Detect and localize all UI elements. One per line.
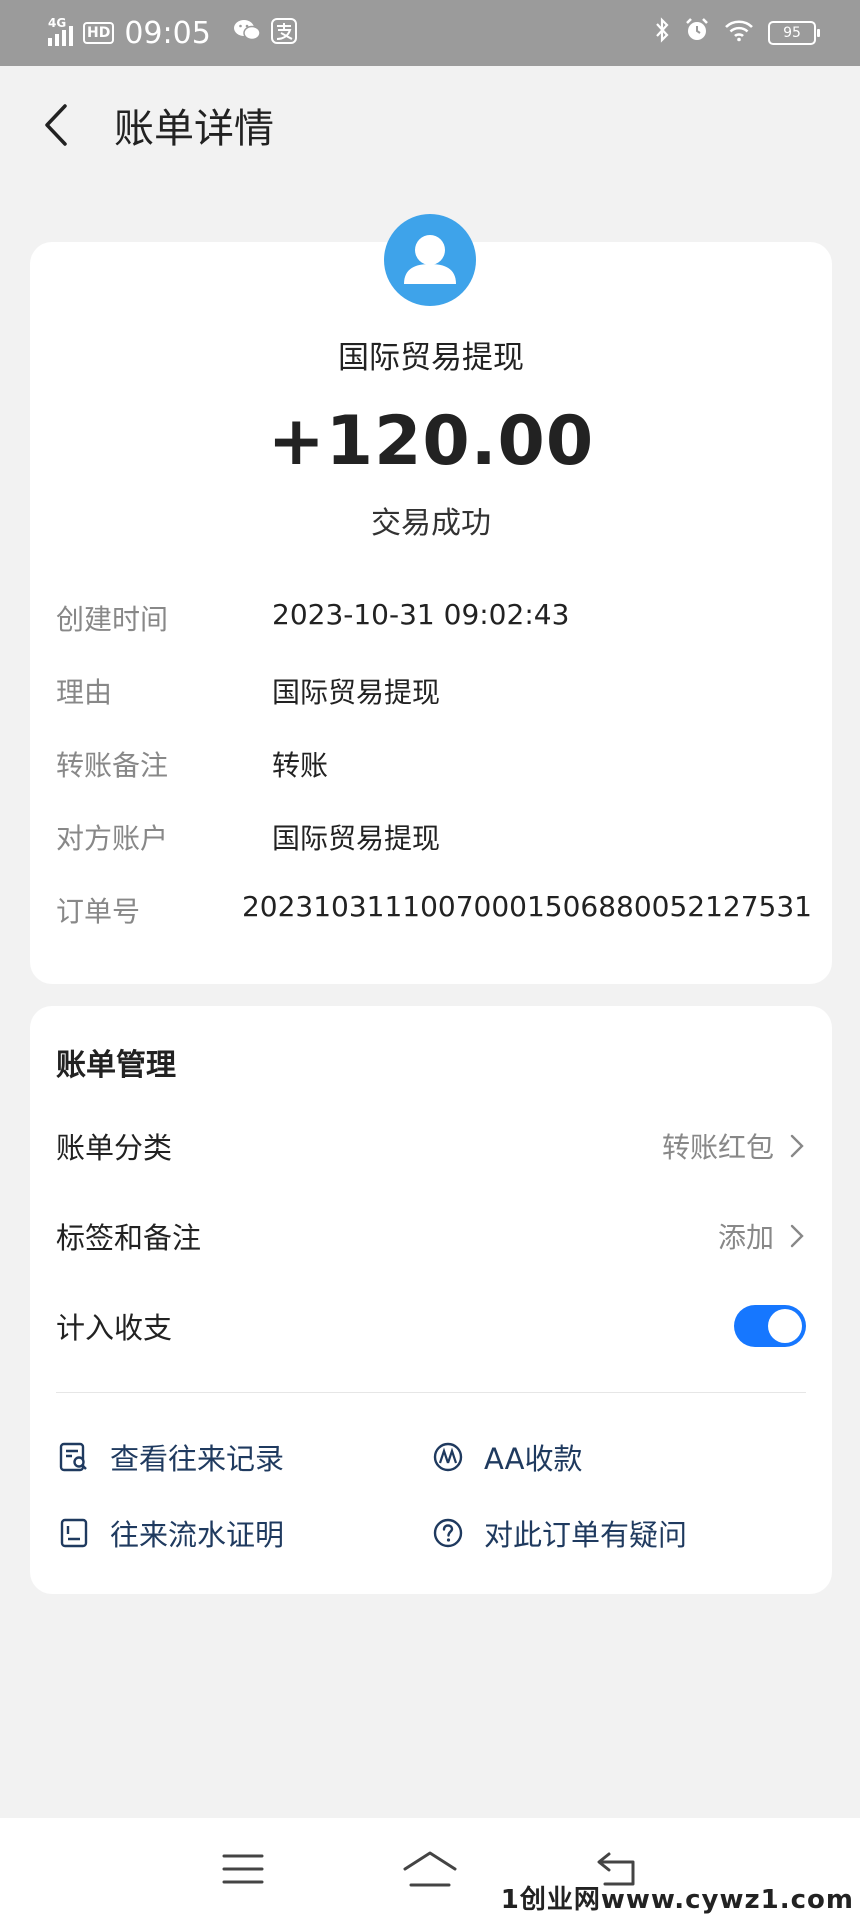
amount: +120.00 [267, 402, 595, 481]
back-icon[interactable] [26, 95, 86, 155]
category-value: 转账红包 [661, 1131, 774, 1164]
records-icon [56, 1439, 92, 1475]
toggle-knob [768, 1309, 802, 1343]
info-row-counterparty: 对方账户 国际贸易提现 [56, 817, 812, 857]
watermark: 1创业网www.cywz1.com [500, 1885, 854, 1915]
menu-icon[interactable] [213, 1844, 273, 1894]
status-time: 09:05 [124, 15, 211, 51]
section-title: 账单管理 [56, 1048, 176, 1083]
action-label: 对此订单有疑问 [484, 1518, 688, 1552]
info-row-created-time: 创建时间 2023-10-31 09:02:43 [56, 598, 812, 638]
order-number-value[interactable]: 20231031110070001506880052127531 [242, 890, 812, 930]
view-records-action[interactable]: 查看往来记录 [56, 1436, 284, 1478]
system-nav-bar: 1创业网www.cywz1.com [0, 1818, 860, 1920]
page-header: 账单详情 [0, 66, 860, 184]
info-row-order-number: 订单号 20231031110070001506880052127531 [56, 890, 812, 930]
info-label: 转账备注 [56, 749, 169, 782]
battery-icon: 95 [768, 21, 820, 45]
home-icon[interactable] [400, 1844, 460, 1894]
transaction-status: 交易成功 [371, 506, 491, 541]
page-title: 账单详情 [114, 106, 274, 152]
divider [56, 1392, 806, 1393]
info-label: 创建时间 [56, 603, 169, 636]
status-bar: 4G HD 09:05 95 [0, 0, 860, 66]
manage-label: 计入收支 [56, 1311, 173, 1345]
wechat-icon [233, 18, 261, 48]
action-label: 往来流水证明 [110, 1518, 285, 1552]
include-balance-row: 计入收支 [56, 1296, 806, 1356]
avatar [384, 214, 476, 306]
alipay-icon [270, 18, 297, 48]
statement-proof-action[interactable]: 往来流水证明 [56, 1512, 284, 1554]
statement-icon [56, 1515, 92, 1551]
status-right: 95 [654, 17, 820, 49]
signal-icon: 4G [48, 16, 73, 46]
wifi-icon [724, 18, 754, 48]
status-left: 4G HD 09:05 [48, 16, 297, 51]
payee-name: 国际贸易提现 [338, 340, 524, 376]
bill-manage-card: 账单管理 账单分类 转账红包 标签和备注 添加 计入收支 查看往来记录 AA收款 [30, 1006, 832, 1594]
info-label: 理由 [56, 676, 113, 709]
info-row-transfer-note: 转账备注 转账 [56, 744, 812, 784]
action-label: 查看往来记录 [110, 1442, 285, 1476]
tag-value: 添加 [717, 1221, 774, 1254]
chevron-right-icon [790, 1224, 804, 1248]
bill-category-row[interactable]: 账单分类 转账红包 [56, 1116, 806, 1176]
manage-right: 转账红包 [662, 1126, 806, 1166]
aa-collection-action[interactable]: AA收款 [430, 1436, 582, 1478]
action-label: AA收款 [484, 1442, 583, 1476]
manage-label: 账单分类 [56, 1131, 173, 1165]
info-value: 转账 [272, 749, 329, 782]
info-label: 订单号 [56, 895, 141, 928]
alarm-icon [684, 17, 710, 49]
info-label: 对方账户 [56, 822, 169, 855]
question-icon [430, 1515, 466, 1551]
order-question-action[interactable]: 对此订单有疑问 [430, 1512, 687, 1554]
info-value: 国际贸易提现 [272, 676, 441, 709]
bluetooth-icon [654, 17, 670, 49]
hd-icon: HD [83, 22, 115, 44]
manage-right: 添加 [718, 1216, 806, 1256]
bill-detail-card: 国际贸易提现 +120.00 交易成功 创建时间 2023-10-31 09:0… [30, 214, 832, 984]
chevron-right-icon [790, 1134, 804, 1158]
include-balance-toggle[interactable] [734, 1305, 806, 1347]
info-row-reason: 理由 国际贸易提现 [56, 671, 812, 711]
info-value: 2023-10-31 09:02:43 [272, 598, 570, 631]
network-type: 4G [48, 16, 67, 30]
tags-notes-row[interactable]: 标签和备注 添加 [56, 1206, 806, 1266]
info-value: 国际贸易提现 [272, 822, 441, 855]
aa-icon [430, 1439, 466, 1475]
manage-label: 标签和备注 [56, 1221, 202, 1255]
